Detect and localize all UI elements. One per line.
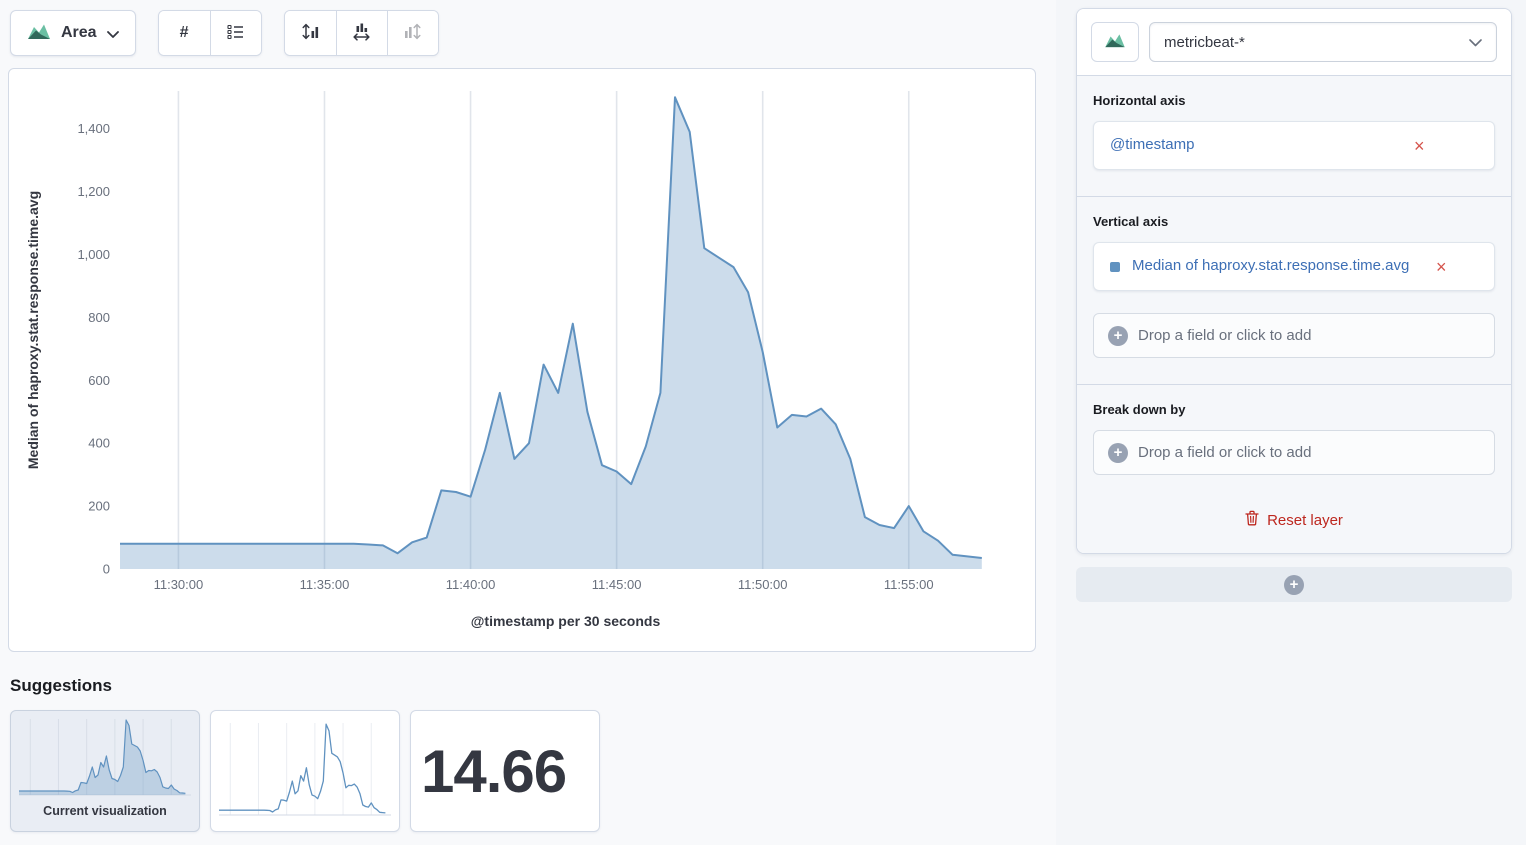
right-axis-button[interactable]: [387, 11, 438, 55]
chart-toolbar: Area #: [10, 10, 439, 56]
reset-layer-area: Reset layer: [1077, 495, 1511, 553]
reset-layer-label: Reset layer: [1267, 512, 1343, 529]
bottom-axis-button[interactable]: [336, 11, 387, 55]
chart-panel: 0 200 400 600 800 1,000 1,200 1,400 11:30:00 11:3…: [8, 68, 1036, 652]
svg-text:1,200: 1,200: [77, 184, 110, 199]
svg-text:Median of haproxy.stat.respons: Median of haproxy.stat.response.time.avg: [25, 191, 41, 469]
svg-text:11:50:00: 11:50:00: [738, 577, 788, 592]
metric-value: 14.66: [411, 711, 599, 831]
area-chart-icon: [27, 23, 51, 43]
svg-text:600: 600: [88, 373, 110, 388]
svg-text:0: 0: [103, 562, 110, 577]
remove-median-button[interactable]: ×: [1432, 256, 1451, 278]
layer-card: metricbeat-* Horizontal axis @timestamp …: [1076, 8, 1512, 554]
layer-config-panel: metricbeat-* Horizontal axis @timestamp …: [1056, 0, 1526, 845]
svg-text:1,400: 1,400: [77, 121, 110, 136]
chevron-down-icon: [107, 26, 119, 41]
svg-text:11:55:00: 11:55:00: [884, 577, 934, 592]
suggestion-line-chart[interactable]: [210, 710, 400, 832]
svg-text:1,000: 1,000: [77, 247, 110, 262]
index-pattern-select[interactable]: metricbeat-*: [1149, 22, 1497, 62]
left-axis-icon: [301, 22, 320, 44]
add-layer-button[interactable]: +: [1076, 567, 1512, 602]
layer-header: metricbeat-*: [1077, 9, 1511, 75]
legend-icon: [227, 24, 244, 43]
dimension-timestamp-label: @timestamp: [1110, 132, 1410, 158]
breakdown-drop-target[interactable]: + Drop a field or click to add: [1093, 430, 1495, 475]
svg-text:200: 200: [88, 499, 110, 514]
vertical-axis-drop-target[interactable]: + Drop a field or click to add: [1093, 313, 1495, 358]
lens-editor: Area #: [0, 0, 1526, 845]
plus-circle-icon: +: [1108, 326, 1128, 346]
suggestion-metric[interactable]: 14.66: [410, 710, 600, 832]
hash-icon: #: [180, 24, 189, 42]
suggestions-row: Current visualization 14.66: [10, 710, 600, 832]
trash-icon: [1245, 510, 1259, 530]
chart-type-label: Area: [61, 24, 97, 42]
index-pattern-value: metricbeat-*: [1164, 34, 1245, 51]
layer-chart-type-button[interactable]: [1091, 22, 1139, 62]
svg-text:11:45:00: 11:45:00: [592, 577, 642, 592]
right-axis-icon: [403, 22, 422, 44]
area-chart-icon: [1104, 33, 1126, 51]
main-area-chart[interactable]: 0 200 400 600 800 1,000 1,200 1,400 11:30:00 11:3…: [9, 69, 1037, 653]
series-color-swatch: [1110, 262, 1120, 272]
legend-button[interactable]: [210, 11, 261, 55]
drop-field-label: Drop a field or click to add: [1138, 327, 1311, 344]
svg-text:400: 400: [88, 436, 110, 451]
left-axis-button[interactable]: [285, 11, 336, 55]
dimension-timestamp[interactable]: @timestamp ×: [1093, 121, 1495, 170]
chevron-down-icon: [1469, 34, 1482, 51]
svg-text:11:40:00: 11:40:00: [446, 577, 496, 592]
horizontal-axis-section: Horizontal axis @timestamp ×: [1077, 76, 1511, 196]
remove-timestamp-button[interactable]: ×: [1410, 135, 1429, 157]
plus-circle-icon: +: [1284, 575, 1304, 595]
drop-field-label: Drop a field or click to add: [1138, 444, 1311, 461]
svg-text:11:30:00: 11:30:00: [154, 577, 204, 592]
vertical-axis-label: Vertical axis: [1093, 214, 1495, 229]
breakdown-label: Break down by: [1093, 402, 1495, 417]
svg-text:800: 800: [88, 310, 110, 325]
dimension-median-label: Median of haproxy.stat.response.time.avg: [1132, 253, 1432, 279]
svg-text:11:35:00: 11:35:00: [300, 577, 350, 592]
axis-settings-group: [284, 10, 439, 56]
reset-layer-button[interactable]: Reset layer: [1239, 509, 1349, 531]
breakdown-section: Break down by + Drop a field or click to…: [1077, 385, 1511, 495]
bottom-axis-icon: [352, 22, 371, 44]
suggestions-heading: Suggestions: [10, 676, 112, 696]
chart-type-selector[interactable]: Area: [10, 10, 136, 56]
horizontal-axis-label: Horizontal axis: [1093, 93, 1495, 108]
plus-circle-icon: +: [1108, 443, 1128, 463]
value-labels-button[interactable]: #: [159, 11, 210, 55]
suggestion-current-visualization[interactable]: Current visualization: [10, 710, 200, 832]
dimension-median[interactable]: Median of haproxy.stat.response.time.avg…: [1093, 242, 1495, 291]
svg-text:@timestamp per 30 seconds: @timestamp per 30 seconds: [471, 613, 661, 629]
current-visualization-label: Current visualization: [43, 803, 167, 825]
vertical-axis-section: Vertical axis Median of haproxy.stat.res…: [1077, 197, 1511, 384]
line-thumbnail: [211, 711, 399, 831]
area-thumbnail: [11, 711, 199, 803]
display-options-group: #: [158, 10, 262, 56]
